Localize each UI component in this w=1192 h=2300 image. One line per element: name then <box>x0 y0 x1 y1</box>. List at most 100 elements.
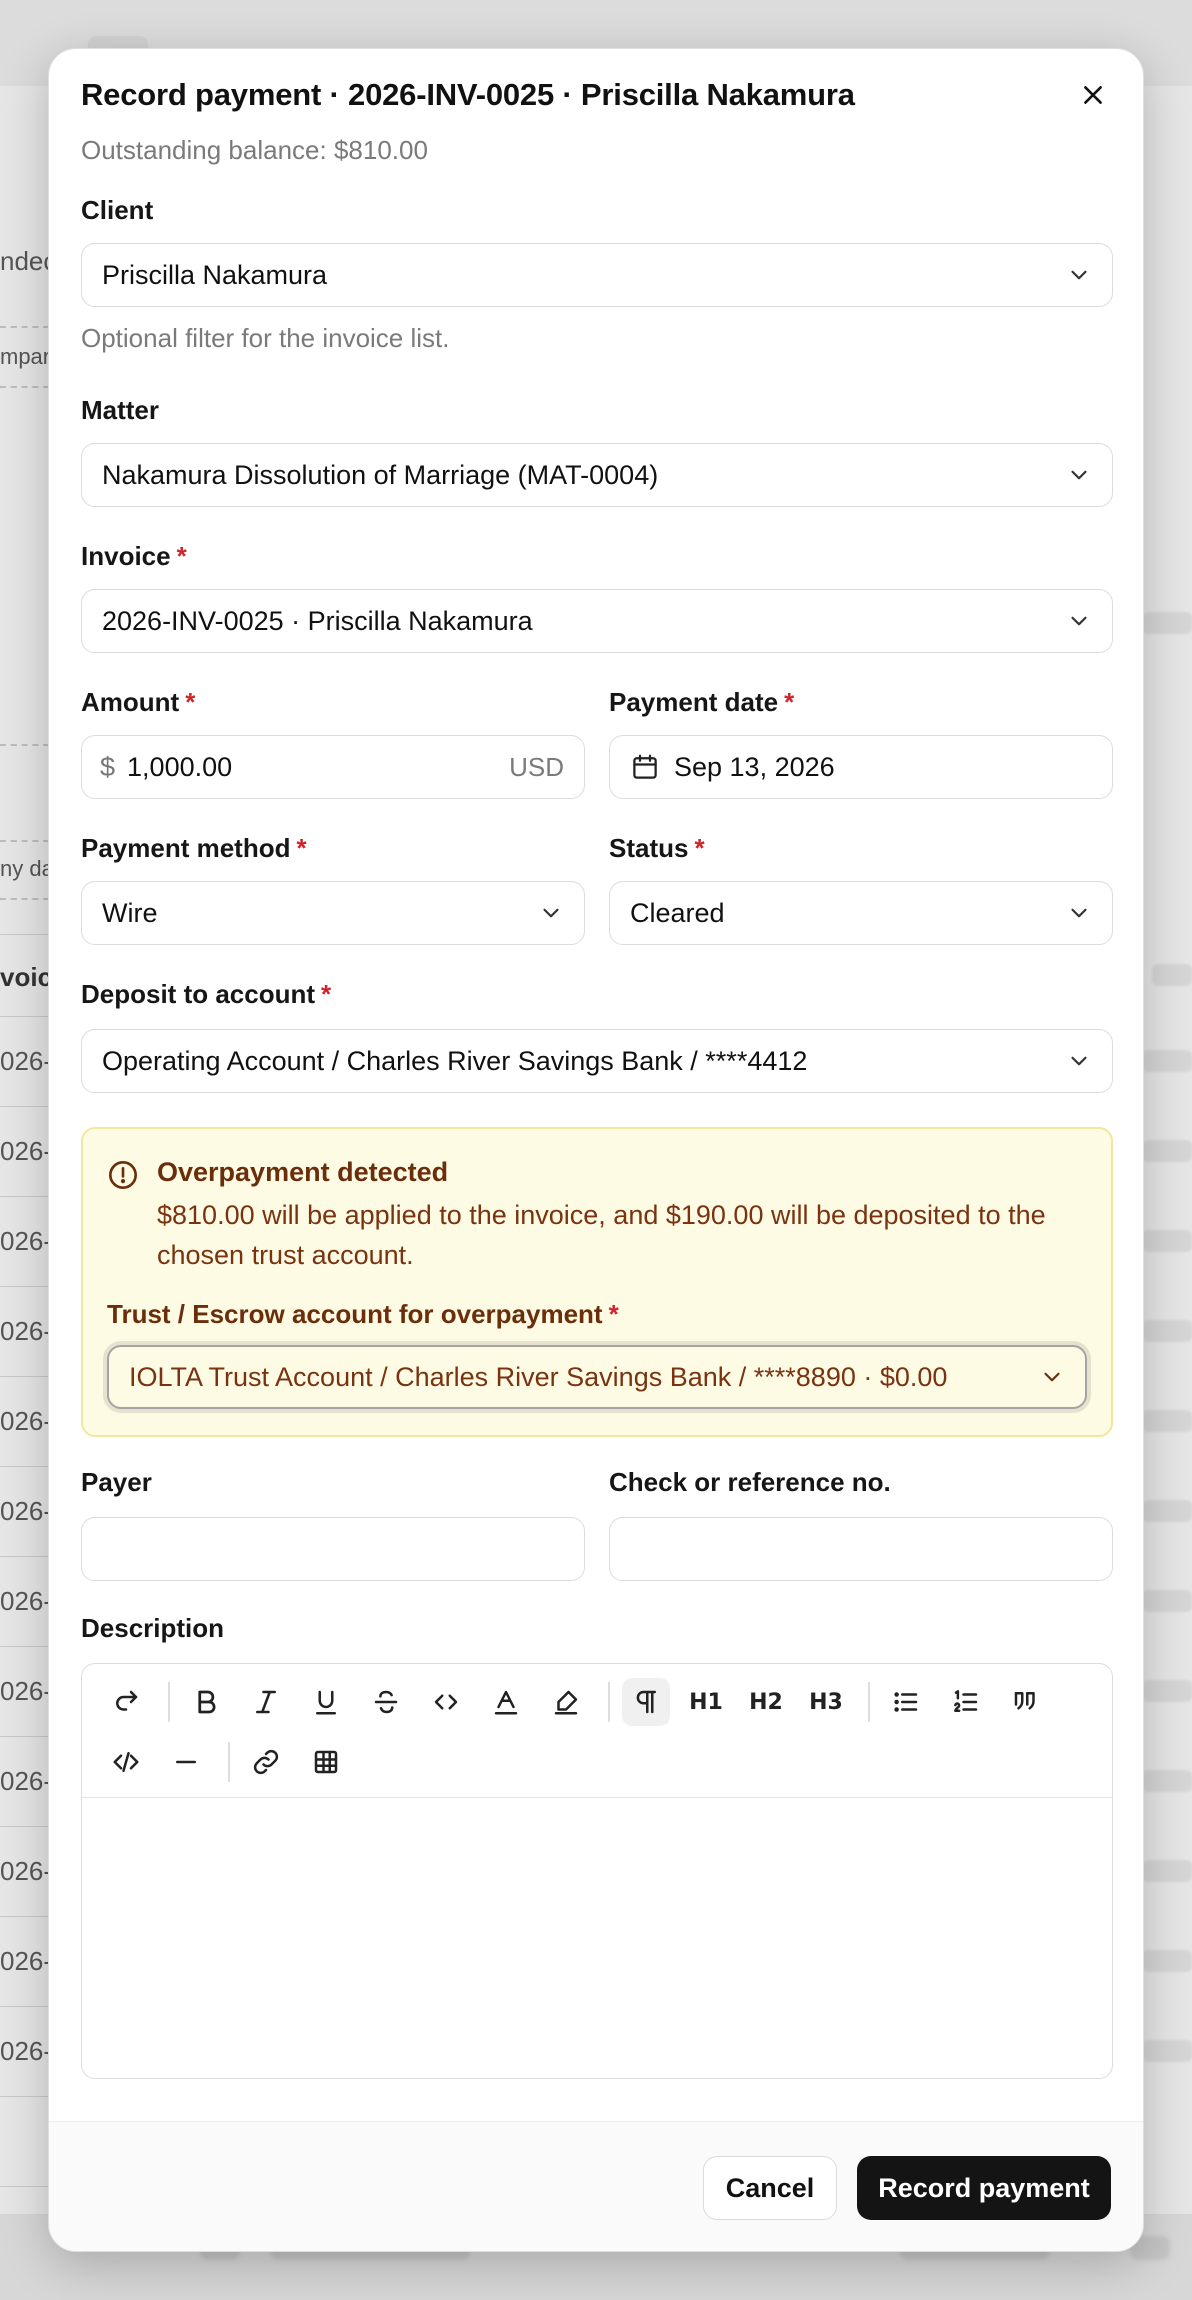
amount-value: 1,000.00 <box>127 751 233 782</box>
bullet-list-icon <box>894 1692 918 1712</box>
matter-select[interactable]: Nakamura Dissolution of Marriage (MAT-00… <box>81 443 1113 507</box>
payment-method-label: Payment method * <box>81 833 307 863</box>
close-button[interactable] <box>1073 75 1113 115</box>
required-asterisk: * <box>185 687 196 717</box>
table-button[interactable] <box>302 1738 350 1786</box>
heading-3-button[interactable]: H3 <box>802 1678 850 1726</box>
dialog-title: Record payment · 2026-INV-0025 · Priscil… <box>81 77 855 112</box>
bold-icon <box>198 1690 216 1714</box>
chevron-down-icon <box>1071 1056 1087 1066</box>
highlighter-icon <box>554 1690 578 1715</box>
amount-input[interactable]: $ 1,000.00 USD <box>81 735 585 799</box>
deposit-account-select[interactable]: Operating Account / Charles River Saving… <box>81 1029 1113 1093</box>
horizontal-rule-button[interactable] <box>162 1738 210 1786</box>
heading-2-icon: H2 <box>749 1689 783 1715</box>
chevron-down-icon <box>543 908 559 918</box>
chevron-down-icon <box>1071 470 1087 480</box>
text-color-icon <box>494 1690 518 1715</box>
background-text: 026- <box>0 1316 53 1346</box>
required-asterisk: * <box>321 979 332 1009</box>
chevron-down-icon <box>1071 270 1087 280</box>
required-asterisk: * <box>296 833 307 863</box>
background-text: 026- <box>0 1676 53 1706</box>
required-asterisk: * <box>784 687 795 717</box>
payment-date-label: Payment date * <box>609 687 795 717</box>
client-select[interactable]: Priscilla Nakamura <box>81 243 1113 307</box>
background-text: 026- <box>0 1406 53 1436</box>
code-icon <box>434 1694 458 1710</box>
underline-button[interactable] <box>302 1678 350 1726</box>
background-text: 026- <box>0 1586 53 1616</box>
redo-icon <box>116 1690 138 1711</box>
highlight-button[interactable] <box>542 1678 590 1726</box>
paragraph-button[interactable] <box>622 1678 670 1726</box>
ordered-list-icon <box>954 1690 978 1712</box>
reference-input[interactable] <box>609 1517 1113 1581</box>
alert-circle-icon <box>109 1161 137 1189</box>
status-label: Status * <box>609 833 705 863</box>
description-label: Description <box>81 1613 225 1643</box>
invoice-label: Invoice * <box>81 541 187 571</box>
italic-button[interactable] <box>242 1678 290 1726</box>
background-text: 026- <box>0 1136 53 1166</box>
underline-icon <box>316 1690 336 1715</box>
ordered-list-button[interactable] <box>942 1678 990 1726</box>
code-block-icon <box>113 1752 139 1772</box>
payer-label: Payer <box>81 1467 152 1497</box>
chevron-down-icon <box>1071 616 1087 626</box>
matter-value: Nakamura Dissolution of Marriage (MAT-00… <box>102 459 659 490</box>
bold-button[interactable] <box>182 1678 230 1726</box>
payment-method-select[interactable]: Wire <box>81 881 585 945</box>
record-payment-button[interactable]: Record payment <box>857 2156 1111 2220</box>
amount-label: Amount * <box>81 687 196 717</box>
client-label: Client <box>81 195 154 225</box>
status-select[interactable]: Cleared <box>609 881 1113 945</box>
deposit-account-label: Deposit to account * <box>81 979 332 1009</box>
matter-label: Matter <box>81 395 160 425</box>
background-text: 026- <box>0 1226 53 1256</box>
background-text: ny da <box>0 856 54 881</box>
bullet-list-button[interactable] <box>882 1678 930 1726</box>
trust-account-label: Trust / Escrow account for overpayment * <box>107 1299 619 1329</box>
redo-button[interactable] <box>102 1678 150 1726</box>
background-text: 026- <box>0 2036 53 2066</box>
description-textarea[interactable] <box>82 1798 1112 2078</box>
background-text: 026- <box>0 1496 53 1526</box>
quote-icon <box>1014 1692 1035 1710</box>
link-icon <box>253 1749 279 1775</box>
invoice-select[interactable]: 2026-INV-0025 · Priscilla Nakamura <box>81 589 1113 653</box>
payment-method-value: Wire <box>102 897 158 928</box>
blockquote-button[interactable] <box>1002 1678 1050 1726</box>
text-color-button[interactable] <box>482 1678 530 1726</box>
strikethrough-button[interactable] <box>362 1678 410 1726</box>
overpayment-alert: Overpayment detected $810.00 will be app… <box>81 1127 1113 1437</box>
chevron-down-icon <box>1071 908 1087 918</box>
trust-account-select[interactable]: IOLTA Trust Account / Charles River Savi… <box>107 1345 1087 1409</box>
close-icon <box>1084 86 1102 104</box>
heading-1-button[interactable]: H1 <box>682 1678 730 1726</box>
payment-date-value: Sep 13, 2026 <box>674 751 835 782</box>
code-block-button[interactable] <box>102 1738 150 1786</box>
heading-2-button[interactable]: H2 <box>742 1678 790 1726</box>
record-payment-dialog: Record payment · 2026-INV-0025 · Priscil… <box>48 48 1144 2252</box>
strikethrough-icon <box>374 1690 398 1714</box>
inline-code-button[interactable] <box>422 1678 470 1726</box>
currency-suffix: USD <box>509 751 564 782</box>
alert-message: $810.00 will be applied to the invoice, … <box>157 1200 1046 1270</box>
required-asterisk: * <box>176 541 187 571</box>
payer-input[interactable] <box>81 1517 585 1581</box>
client-help-text: Optional filter for the invoice list. <box>81 323 450 353</box>
heading-3-icon: H3 <box>809 1689 843 1715</box>
italic-icon <box>256 1690 276 1714</box>
background-text: 026- <box>0 1946 53 1976</box>
outstanding-balance: Outstanding balance: $810.00 <box>81 135 428 165</box>
payment-date-picker[interactable]: Sep 13, 2026 <box>609 735 1113 799</box>
background-text: 026- <box>0 1856 53 1886</box>
required-asterisk: * <box>608 1299 619 1329</box>
link-button[interactable] <box>242 1738 290 1786</box>
calendar-icon <box>633 754 657 779</box>
alert-title: Overpayment detected <box>157 1157 449 1187</box>
chevron-down-icon <box>1044 1372 1060 1382</box>
description-editor: H1 H2 H3 <box>81 1663 1113 2079</box>
cancel-button[interactable]: Cancel <box>703 2156 837 2220</box>
